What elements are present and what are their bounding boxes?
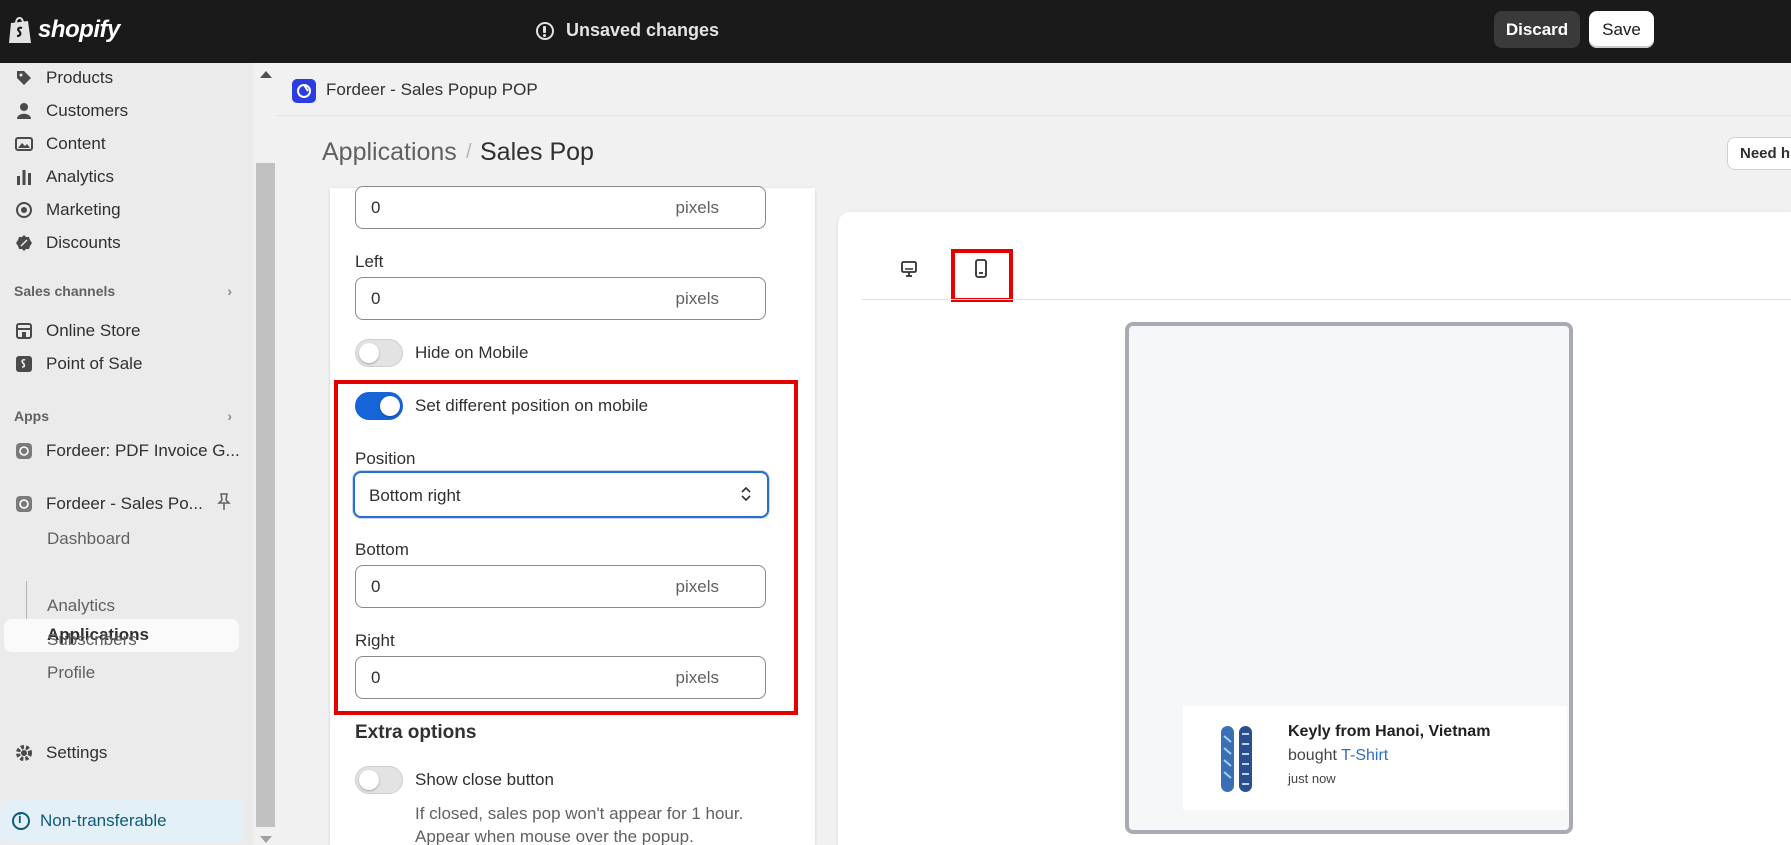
sidebar-item-sales-popup-app[interactable]: Fordeer - Sales Po... [14,489,232,519]
desktop-icon [901,261,917,277]
non-transferable-badge[interactable]: Non-transferable [0,800,243,842]
highlight-box-mobile-tab [951,249,1013,302]
sidebar-item-discounts[interactable]: Discounts [14,228,121,258]
breadcrumb-applications-link[interactable]: Applications [322,138,457,167]
input-value: 0 [371,289,381,308]
snowboard-product-image [1219,724,1255,794]
breadcrumb-separator: / [466,141,472,163]
apps-heading[interactable]: Apps › [14,408,232,424]
unsaved-status: Unsaved changes [536,20,719,41]
discount-icon [14,233,34,253]
fordeer-app-icon [14,494,34,514]
top-bar: shopify Unsaved changes Discard Save [0,0,1791,63]
chevron-right-icon: › [227,408,232,424]
sidebar-item-online-store[interactable]: Online Store [14,316,141,346]
sidebar-item-pdf-invoice-app[interactable]: Fordeer: PDF Invoice G... [14,436,240,466]
input-suffix: pixels [675,289,719,308]
target-icon [14,200,34,220]
fordeer-logo-icon [292,79,316,103]
sales-popup-preview[interactable]: Keyly from Hanoi, Vietnam bought T-Shirt… [1183,706,1567,810]
popup-customer-name: Keyly from Hanoi, Vietnam [1288,723,1491,740]
person-icon [14,101,34,121]
pos-icon [14,354,34,374]
gear-icon [14,743,34,763]
chevron-right-icon: › [227,283,232,299]
scroll-up-arrow-icon[interactable] [260,71,272,78]
unsaved-label: Unsaved changes [566,20,720,40]
shopify-bag-icon [8,15,34,45]
sidebar-item-label: Settings [46,743,108,762]
image-icon [14,134,34,154]
tab-divider [862,299,1791,300]
sidebar-item-label: Fordeer: PDF Invoice G... [46,441,240,460]
input-value: 0 [371,198,381,217]
section-label: Sales channels [14,283,116,299]
sidebar-item-label: Analytics [46,167,115,186]
sidebar-item-label: Content [46,134,106,153]
hide-on-mobile-toggle[interactable] [355,339,403,367]
non-transferable-label: Non-transferable [40,811,167,830]
sidebar-subitem-subscribers[interactable]: Subscribers [47,630,137,650]
sidebar-subitem-profile[interactable]: Profile [47,663,95,683]
left-label: Left [355,252,384,271]
top-offset-input[interactable]: 0 pixels [355,186,766,229]
sidebar-item-label: Marketing [46,200,121,219]
section-label: Apps [14,408,49,424]
bar-chart-icon [14,167,34,187]
sidebar-subitem-analytics[interactable]: Analytics [47,596,115,616]
sidebar-item-marketing[interactable]: Marketing [14,195,121,225]
sidebar-item-label: Fordeer - Sales Po... [46,494,203,513]
sidebar-item-products[interactable]: Products [14,63,113,93]
discard-button[interactable]: Discard [1494,11,1580,48]
save-button[interactable]: Save [1589,11,1654,48]
input-suffix: pixels [675,198,719,217]
fordeer-app-icon [14,441,34,461]
sidebar-subitem-dashboard[interactable]: Dashboard [47,529,130,549]
need-help-button[interactable]: Need h [1727,137,1791,170]
popup-product-link[interactable]: T-Shirt [1341,747,1388,764]
show-close-button-toggle[interactable] [355,766,403,794]
hide-on-mobile-label: Hide on Mobile [415,343,529,362]
scrollbar-thumb[interactable] [256,163,275,827]
app-header: Fordeer - Sales Popup POP [275,63,1791,116]
sidebar-item-label: Online Store [46,321,141,340]
pin-icon[interactable] [216,492,232,516]
desktop-preview-button[interactable] [885,249,933,289]
sidebar-item-analytics[interactable]: Analytics [14,162,114,192]
toggle-knob [359,770,379,790]
close-button-help-line1: If closed, sales pop won't appear for 1 … [415,804,744,823]
scroll-down-arrow-icon[interactable] [260,836,272,843]
sidebar: Products Customers Content Analytics Mar… [0,63,253,845]
extra-options-heading: Extra options [355,722,477,743]
sidebar-item-customers[interactable]: Customers [14,96,128,126]
close-button-help-line2: Appear when mouse over the popup. [415,827,694,845]
sales-channels-heading[interactable]: Sales channels › [14,283,232,299]
sidebar-item-settings[interactable]: Settings [14,738,107,768]
left-offset-input[interactable]: 0 pixels [355,277,766,320]
tag-icon [14,68,34,88]
info-icon [12,811,30,830]
sidebar-item-label: Point of Sale [46,354,143,373]
app-name: Fordeer - Sales Popup POP [326,80,538,99]
sidebar-item-label: Products [46,68,114,87]
alert-circle-icon [536,21,554,40]
sidebar-item-label: Customers [46,101,129,120]
logo-text: shopify [38,16,120,43]
toggle-knob [359,343,379,363]
store-icon [14,321,34,341]
sidebar-item-content[interactable]: Content [14,129,106,159]
highlight-box-mobile-position [334,380,798,715]
popup-purchase-line: bought T-Shirt [1288,747,1388,765]
sidebar-item-label: Discounts [46,233,121,252]
breadcrumb: Applications / Sales Pop Need h [275,117,1791,187]
page-title: Sales Pop [480,138,594,166]
popup-bought-prefix: bought [1288,747,1337,764]
shopify-logo[interactable]: shopify [8,15,120,45]
sidebar-item-point-of-sale[interactable]: Point of Sale [14,349,142,379]
show-close-button-label: Show close button [415,770,554,789]
popup-timestamp: just now [1288,771,1336,786]
